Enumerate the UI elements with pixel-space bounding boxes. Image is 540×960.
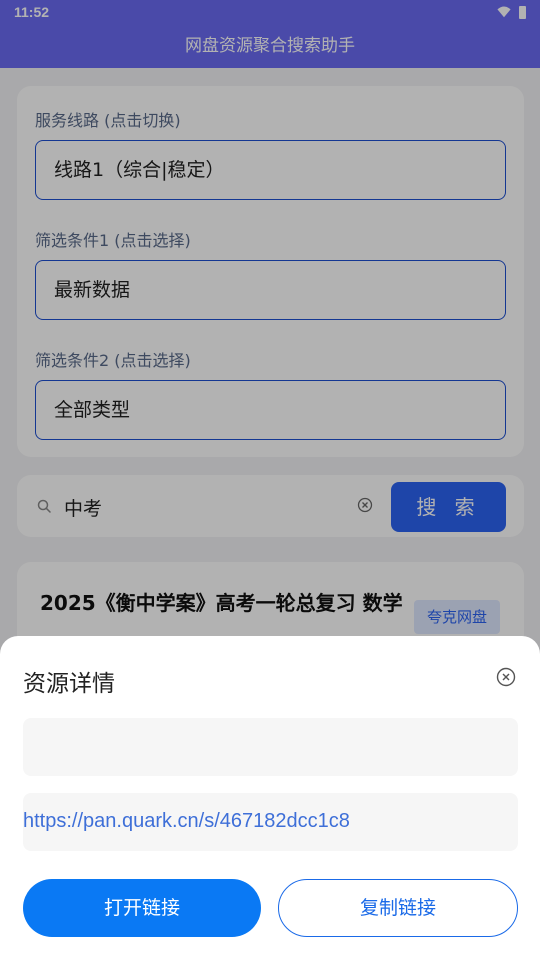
resource-detail-sheet: 资源详情 https://pan.quark.cn/s/467182dcc1c8… (0, 636, 540, 960)
description-box (23, 718, 518, 776)
copy-link-button[interactable]: 复制链接 (278, 879, 518, 937)
link-box: https://pan.quark.cn/s/467182dcc1c8 (23, 793, 518, 851)
close-icon[interactable] (496, 667, 516, 687)
resource-link[interactable]: https://pan.quark.cn/s/467182dcc1c8 (23, 810, 350, 833)
open-link-button[interactable]: 打开链接 (23, 879, 261, 937)
sheet-title: 资源详情 (23, 671, 115, 697)
